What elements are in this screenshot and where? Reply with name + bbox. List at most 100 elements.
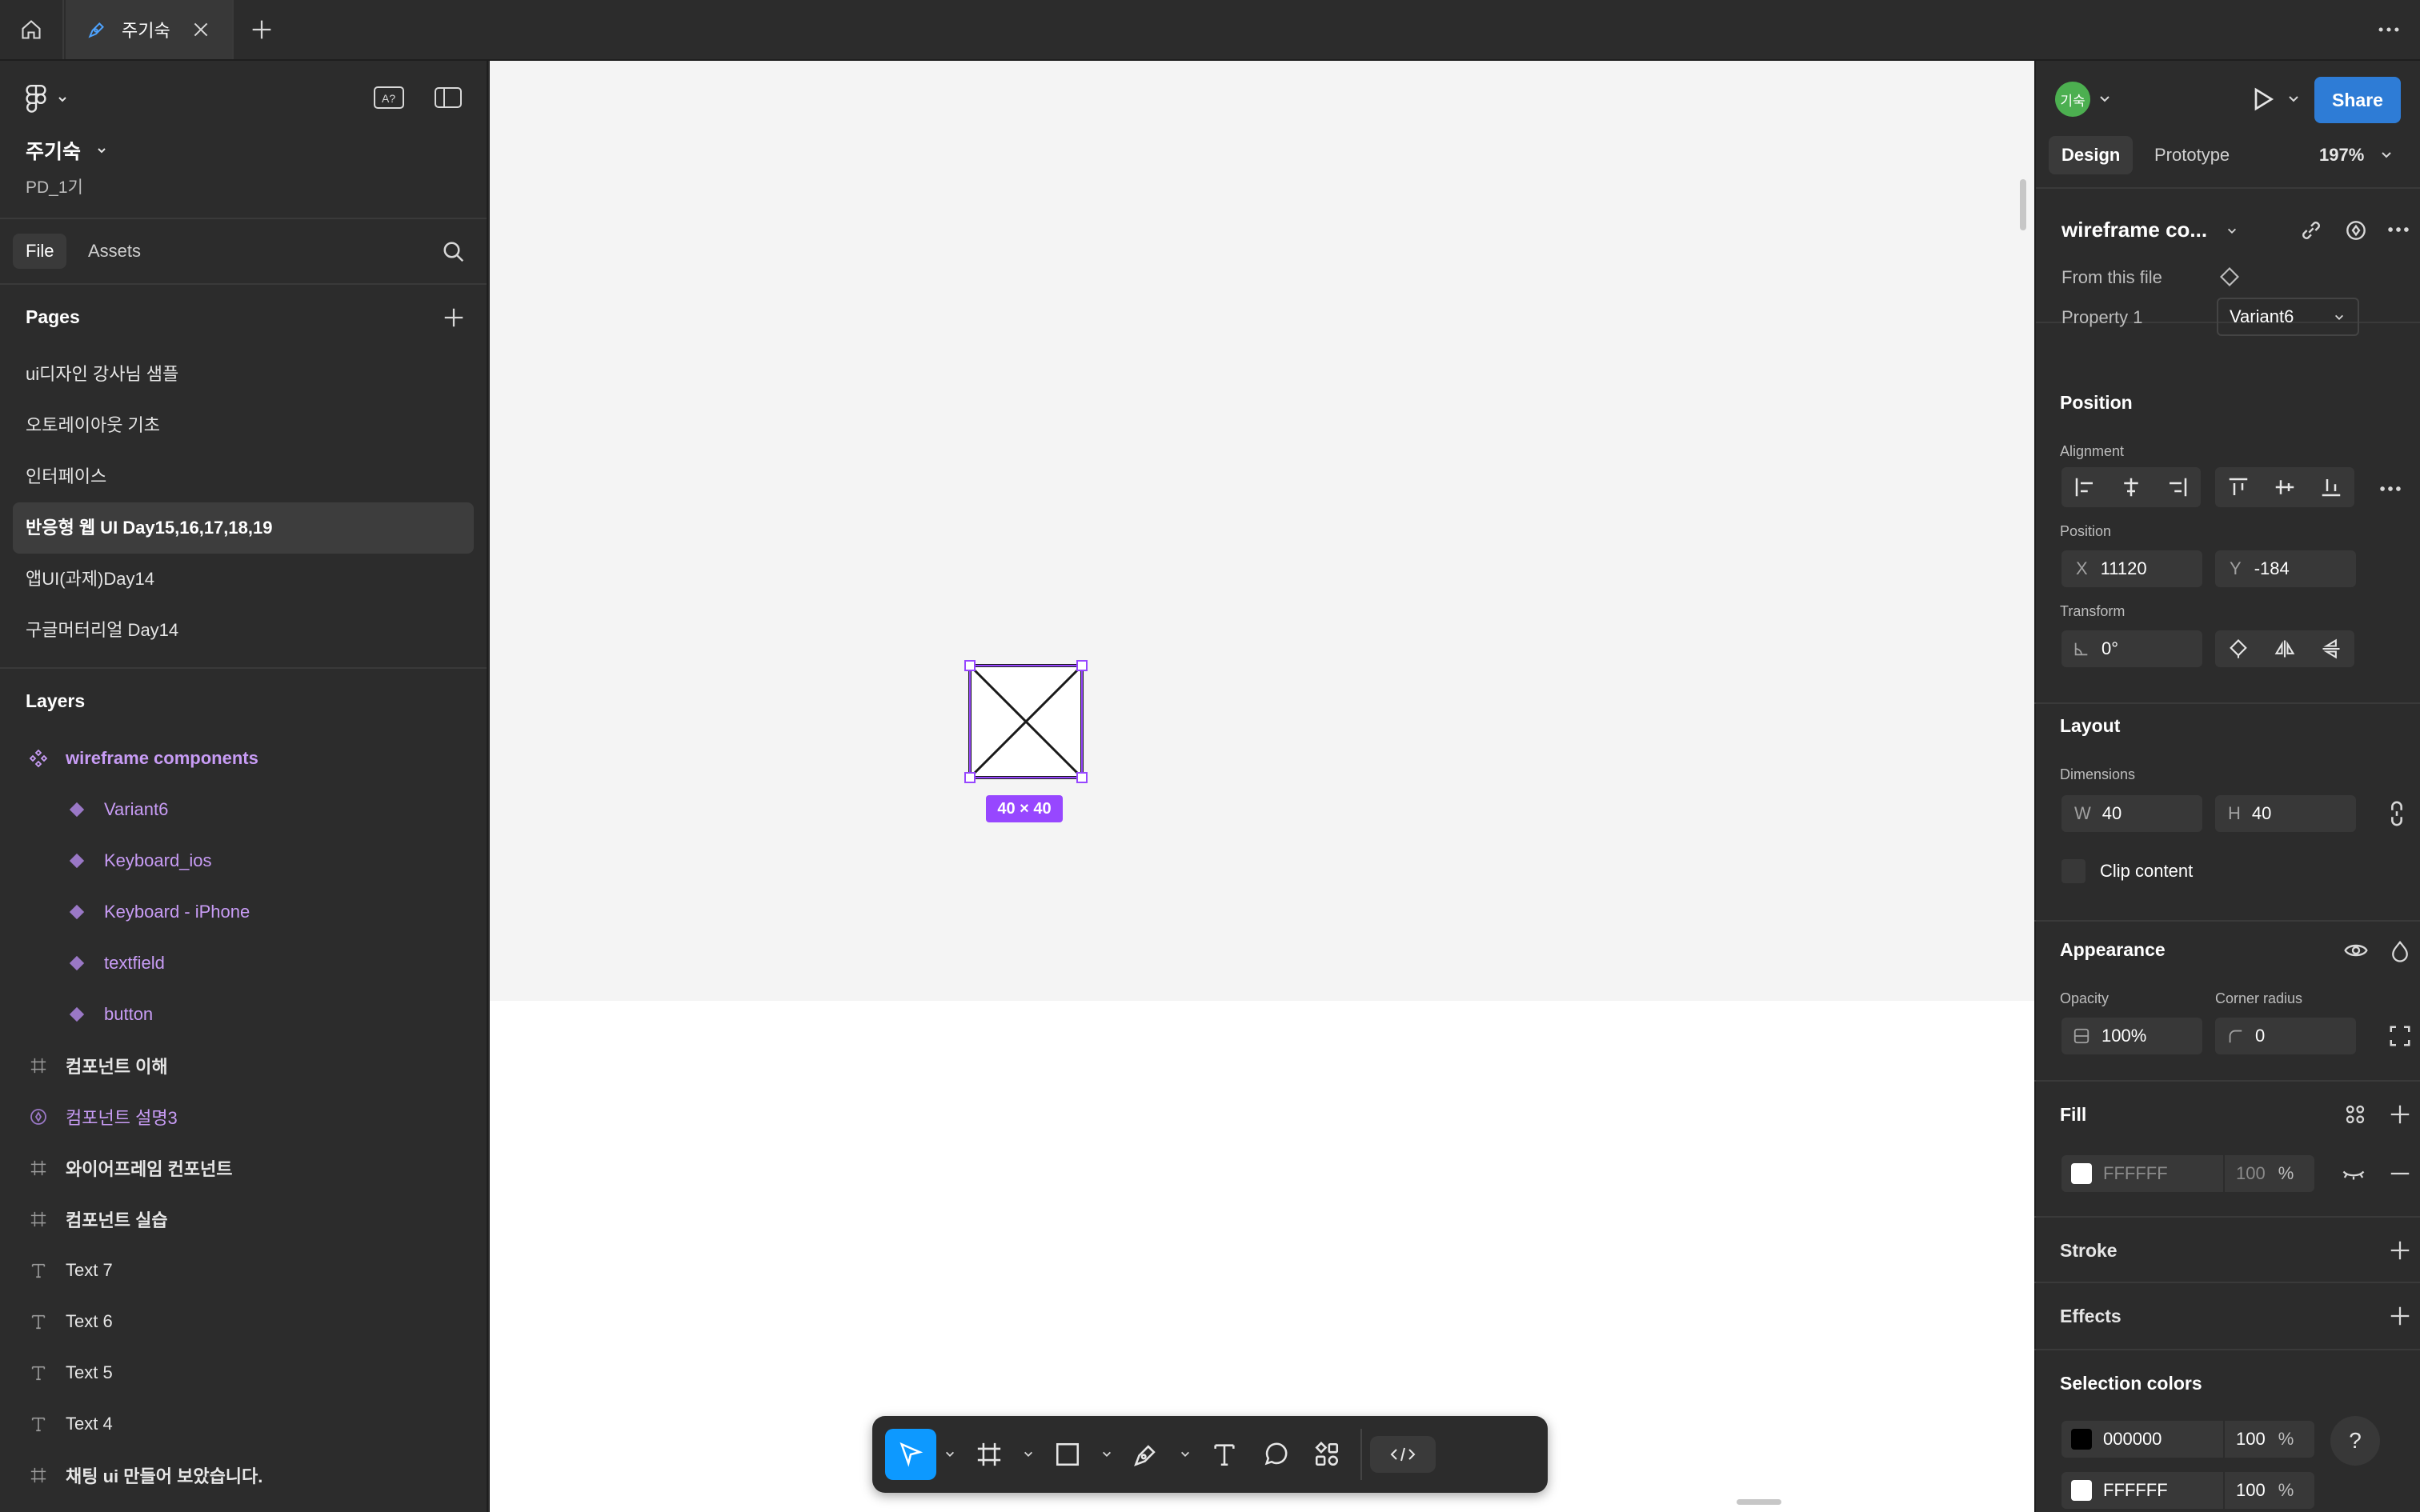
layer-row[interactable]: wireframe components	[0, 733, 487, 784]
align-center-button[interactable]	[2108, 467, 2154, 507]
width-field[interactable]: W 40	[2061, 795, 2202, 832]
opacity-field[interactable]: 100%	[2061, 1018, 2202, 1054]
minus-icon[interactable]	[2388, 1162, 2412, 1186]
chevron-down-icon[interactable]	[2287, 93, 2300, 106]
color-swatch[interactable]	[2071, 1480, 2092, 1501]
frame-tool[interactable]	[964, 1429, 1015, 1480]
flip-vertical-button[interactable]	[2308, 630, 2354, 667]
page-item[interactable]: 앱UI(과제)Day14	[13, 554, 474, 605]
search-icon[interactable]	[442, 240, 466, 264]
add-page-icon[interactable]	[442, 306, 466, 330]
component-name[interactable]: wireframe co...	[2061, 218, 2207, 242]
layer-row[interactable]: Text 4	[0, 1398, 487, 1450]
close-icon[interactable]	[190, 19, 211, 40]
move-tool[interactable]	[885, 1429, 936, 1480]
flip-horizontal-button[interactable]	[2262, 630, 2308, 667]
present-icon[interactable]	[2249, 85, 2278, 114]
tab-design[interactable]: Design	[2049, 136, 2134, 174]
selected-placeholder-component[interactable]	[962, 658, 1090, 786]
styles-icon[interactable]	[2343, 1102, 2367, 1126]
chevron-down-icon[interactable]	[2226, 226, 2238, 237]
tab-file[interactable]: File	[13, 234, 67, 269]
swap-instance-icon[interactable]	[2343, 218, 2369, 243]
tab-prototype[interactable]: Prototype	[2154, 136, 2230, 174]
color-hex[interactable]: 000000	[2103, 1429, 2223, 1450]
layer-row[interactable]: 컴포넌트 이해	[0, 1040, 487, 1091]
independent-corners-icon[interactable]	[2388, 1024, 2412, 1048]
share-button[interactable]: Share	[2314, 77, 2401, 123]
align-top-button[interactable]	[2215, 467, 2262, 507]
rotate-button[interactable]	[2215, 630, 2262, 667]
page-item[interactable]: 오토레이아웃 기초	[13, 400, 474, 451]
layer-row[interactable]: Keyboard_ios	[0, 835, 487, 886]
layer-row[interactable]: Text 7	[0, 1245, 487, 1296]
page-item[interactable]: ui디자인 강사님 샘플	[13, 349, 474, 400]
avatar[interactable]: 기숙	[2055, 82, 2090, 117]
fill-swatch[interactable]	[2071, 1163, 2092, 1184]
color-opacity[interactable]: 100	[2236, 1480, 2266, 1501]
align-right-button[interactable]	[2154, 467, 2201, 507]
go-to-main-component-icon[interactable]	[2298, 218, 2324, 243]
clip-content-label[interactable]: Clip content	[2100, 859, 2193, 883]
corner-radius-field[interactable]: 0	[2215, 1018, 2356, 1054]
height-field[interactable]: H 40	[2215, 795, 2356, 832]
x-field[interactable]: X 11120	[2061, 550, 2202, 587]
zoom-level[interactable]: 197%	[2319, 136, 2364, 174]
plus-icon[interactable]	[248, 16, 275, 43]
clip-content-checkbox[interactable]	[2061, 859, 2085, 883]
main-menu-button[interactable]	[24, 85, 69, 114]
more-icon[interactable]	[2377, 475, 2404, 502]
move-tool-menu[interactable]	[936, 1429, 964, 1480]
selection-color-row[interactable]: 000000 100 %	[2061, 1421, 2314, 1458]
layer-row[interactable]: textfield	[0, 938, 487, 989]
color-opacity[interactable]: 100	[2236, 1429, 2266, 1450]
plus-icon[interactable]	[2388, 1102, 2412, 1126]
plus-icon[interactable]	[2388, 1238, 2412, 1262]
text-tool[interactable]	[1199, 1429, 1250, 1480]
home-button[interactable]	[0, 0, 64, 59]
resources-tool[interactable]	[1301, 1429, 1352, 1480]
blend-mode-icon[interactable]	[2388, 939, 2412, 963]
more-icon[interactable]	[2375, 16, 2402, 43]
more-icon[interactable]	[2385, 216, 2412, 243]
align-left-button[interactable]	[2061, 467, 2108, 507]
layer-row[interactable]: Variant6	[0, 784, 487, 835]
color-swatch[interactable]	[2071, 1429, 2092, 1450]
chevron-down-icon[interactable]	[2380, 149, 2393, 162]
canvas[interactable]: 40 × 40	[490, 61, 2034, 1512]
plus-icon[interactable]	[2388, 1304, 2412, 1328]
color-hex[interactable]: FFFFFF	[2103, 1480, 2223, 1501]
layer-row[interactable]: Keyboard - iPhone	[0, 886, 487, 938]
shape-tool[interactable]	[1042, 1429, 1093, 1480]
comment-tool[interactable]	[1250, 1429, 1301, 1480]
vertical-scrollbar[interactable]	[2020, 179, 2026, 230]
layer-row[interactable]: Text 6	[0, 1296, 487, 1347]
project-name[interactable]: PD_1기	[26, 174, 83, 198]
frame-tool-menu[interactable]	[1015, 1429, 1042, 1480]
y-field[interactable]: Y -184	[2215, 550, 2356, 587]
dev-mode-toggle[interactable]	[1370, 1436, 1436, 1473]
layer-row[interactable]: 컴포넌트 설명3	[0, 1091, 487, 1142]
file-name[interactable]: 주기숙	[26, 136, 108, 165]
rotation-field[interactable]: 0°	[2061, 630, 2202, 667]
shape-tool-menu[interactable]	[1093, 1429, 1120, 1480]
page-item-active[interactable]: 반응형 웹 UI Day15,16,17,18,19	[13, 502, 474, 554]
layer-row[interactable]: button	[0, 989, 487, 1040]
layer-row[interactable]: 와이어프레임 컨포넌트	[0, 1142, 487, 1194]
pen-tool-menu[interactable]	[1172, 1429, 1199, 1480]
chevron-down-icon[interactable]	[2098, 93, 2111, 106]
align-middle-button[interactable]	[2262, 467, 2308, 507]
sidebar-toggle-icon[interactable]	[434, 85, 463, 110]
selection-color-row[interactable]: FFFFFF 100 %	[2061, 1472, 2314, 1509]
align-bottom-button[interactable]	[2308, 467, 2354, 507]
page-item[interactable]: 구글머터리얼 Day14	[13, 605, 474, 656]
fill-opacity[interactable]: 100	[2236, 1163, 2266, 1184]
layer-row[interactable]: 채팅 ui 만들어 보았습니다.	[0, 1450, 487, 1501]
page-item[interactable]: 인터페이스	[13, 451, 474, 502]
fill-hex[interactable]: FFFFFF	[2103, 1163, 2223, 1184]
constrain-proportions-icon[interactable]	[2386, 800, 2407, 827]
pen-tool[interactable]	[1120, 1429, 1172, 1480]
layer-row[interactable]: 컴포넌트 실습	[0, 1194, 487, 1245]
file-tab[interactable]: 주기숙	[66, 0, 234, 59]
eye-icon[interactable]	[2343, 938, 2369, 963]
